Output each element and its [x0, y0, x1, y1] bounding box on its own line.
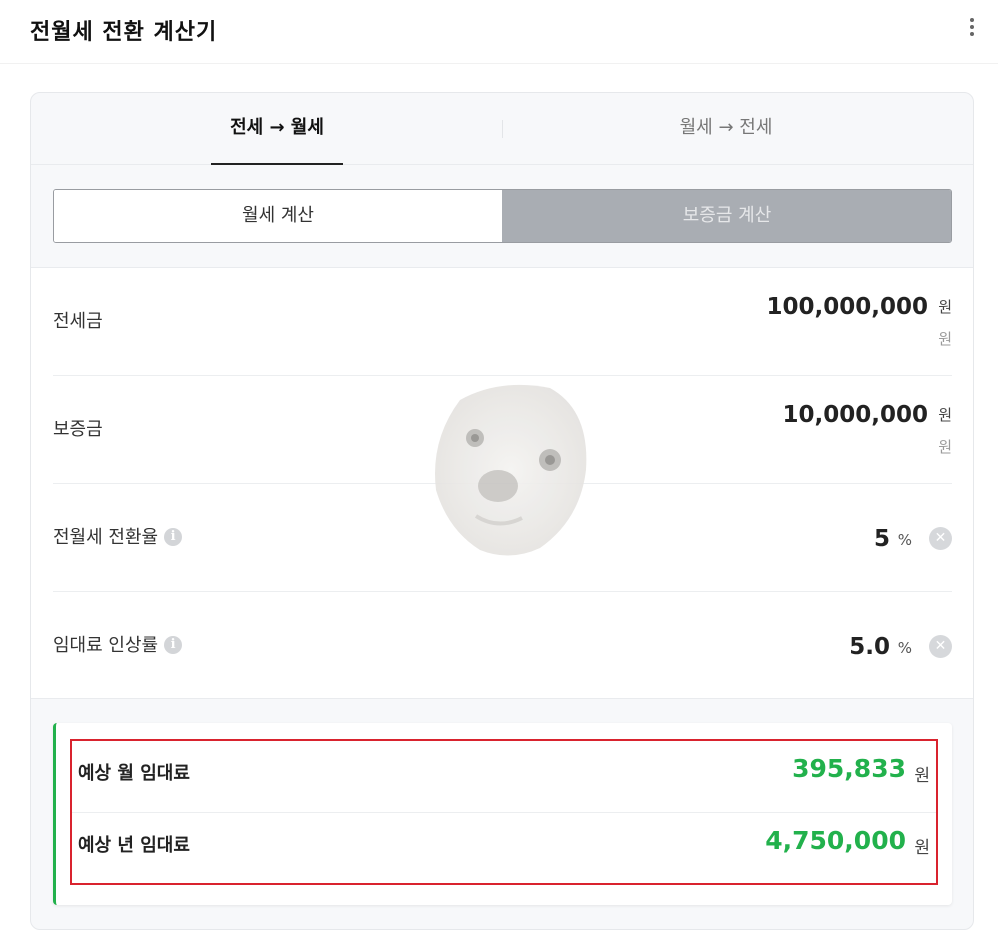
conversion-rate-input[interactable]: 5	[874, 526, 890, 552]
conversion-rate-label-wrap: 전월세 전환율 i	[53, 484, 183, 592]
yearly-rent-result: 예상 년 임대료 4,750,000 원	[72, 813, 936, 885]
rent-increase-label-wrap: 임대료 인상률 i	[53, 592, 183, 700]
monthly-rent-label: 예상 월 임대료	[78, 763, 190, 784]
deposit-unit-sub: 원	[938, 438, 952, 456]
yearly-rent-value: 4,750,000	[765, 826, 906, 855]
monthly-rent-value: 395,833	[792, 754, 906, 783]
tab-bar: 전세 → 월세 월세 → 전세	[31, 93, 973, 165]
rent-increase-unit: %	[897, 639, 912, 657]
result-panel: 예상 월 임대료 395,833 원 예상 년 임대료 4,750,000 원	[53, 723, 952, 905]
rent-increase-label: 임대료 인상률	[53, 635, 159, 656]
monthly-rent-result: 예상 월 임대료 395,833 원	[72, 741, 936, 813]
clear-icon[interactable]: ✕	[929, 527, 952, 550]
conversion-rate-unit: %	[897, 531, 912, 549]
yearly-rent-unit: 원	[914, 838, 930, 858]
jeonse-unit: 원	[938, 298, 952, 316]
rent-increase-input[interactable]: 5.0	[849, 634, 890, 660]
tab-jeonse-to-wolse[interactable]: 전세 → 월세	[211, 93, 343, 165]
tab-wolse-to-jeonse[interactable]: 월세 → 전세	[651, 93, 801, 165]
deposit-input[interactable]: 10,000,000	[782, 402, 928, 428]
deposit-unit: 원	[938, 406, 952, 424]
rent-increase-row[interactable]: 임대료 인상률 i 5.0 % ✕	[53, 592, 952, 700]
monthly-rent-calc-button[interactable]: 월세 계산	[54, 190, 502, 242]
kebab-menu-icon[interactable]	[966, 16, 978, 40]
app-header: 전월세 전환 계산기	[0, 0, 998, 64]
jeonse-label: 전세금	[53, 311, 103, 332]
dog-watermark-image	[435, 384, 587, 556]
page-title: 전월세 전환 계산기	[30, 20, 218, 45]
deposit-label: 보증금	[53, 419, 103, 440]
jeonse-input[interactable]: 100,000,000	[766, 294, 928, 320]
yearly-rent-label: 예상 년 임대료	[78, 835, 190, 856]
monthly-rent-unit: 원	[914, 766, 930, 786]
jeonse-unit-sub: 원	[938, 330, 952, 348]
info-icon[interactable]: i	[164, 527, 183, 546]
tab-divider	[502, 120, 503, 138]
jeonse-row[interactable]: 전세금 100,000,000 원 원	[53, 268, 952, 376]
clear-icon[interactable]: ✕	[929, 635, 952, 658]
conversion-rate-label: 전월세 전환율	[53, 527, 159, 548]
deposit-calc-button[interactable]: 보증금 계산	[502, 190, 951, 242]
calc-mode-toggle: 월세 계산 보증금 계산	[53, 189, 952, 243]
result-highlight-box: 예상 월 임대료 395,833 원 예상 년 임대료 4,750,000 원	[70, 739, 938, 885]
info-icon[interactable]: i	[164, 635, 183, 654]
